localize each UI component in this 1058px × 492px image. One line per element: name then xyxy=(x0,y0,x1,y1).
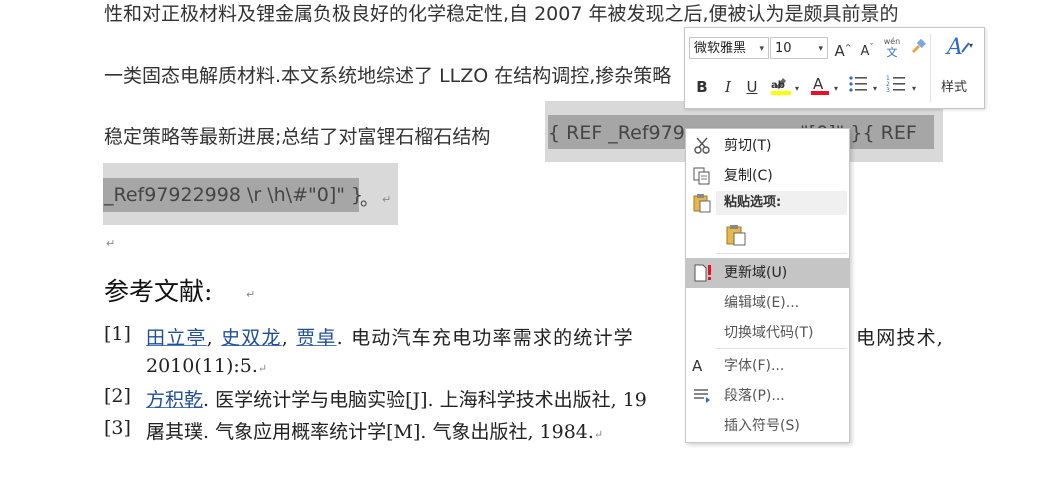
reference-number: [3] xyxy=(104,417,131,439)
menu-item-label: 剪切(T) xyxy=(724,138,772,154)
styles-label: 样式 xyxy=(941,80,968,95)
field-code-text-a[interactable]: { REF _Ref979 xyxy=(548,122,685,144)
copy-icon xyxy=(693,167,710,185)
menu-item-font[interactable]: A 字体(F)... xyxy=(686,351,849,381)
menu-item-update-field[interactable]: 更新域(U) xyxy=(686,258,849,288)
bullets-button[interactable] xyxy=(847,74,869,100)
references-heading: 参考文献: xyxy=(104,272,212,308)
clipboard-icon xyxy=(726,225,746,246)
menu-item-toggle-field-codes[interactable]: 切换域代码(T) xyxy=(686,318,849,348)
field-tail: 。 xyxy=(360,188,380,210)
menu-item-edit-field[interactable]: 编辑域(E)... xyxy=(686,288,849,318)
paste-icon xyxy=(693,194,711,213)
phonetic-guide-button[interactable]: wén 文 xyxy=(881,36,903,58)
paragraph-mark: ↵ xyxy=(106,237,116,250)
chevron-down-icon[interactable]: ▾ xyxy=(912,84,916,93)
numbering-button[interactable]: 1 2 3 xyxy=(885,74,907,100)
svg-text:▾: ▾ xyxy=(969,41,973,50)
format-painter-icon xyxy=(912,38,926,53)
menu-item-insert-symbol[interactable]: 插入符号(S) xyxy=(686,411,849,441)
highlight-button[interactable]: ab xyxy=(769,74,793,102)
reference-item: [2] 方积乾. 医学统计学与电脑实验[J]. 上海科学技术出版社, 19 xyxy=(104,385,704,413)
reference-text-tail: 电网技术, xyxy=(856,327,945,349)
author-link[interactable]: 贾卓 xyxy=(296,327,336,349)
font-color-icon: A xyxy=(811,75,829,95)
paragraph-mark: ↵ xyxy=(382,193,392,206)
shrink-font-button[interactable]: Aˇ xyxy=(857,37,877,63)
menu-separator xyxy=(716,253,847,254)
italic-button[interactable]: I xyxy=(719,76,737,98)
font-color-button[interactable]: A xyxy=(809,74,831,102)
paste-keep-source-button[interactable] xyxy=(724,223,750,249)
font-size-combo[interactable]: 10 ▾ xyxy=(770,37,828,59)
menu-item-label: 切换域代码(T) xyxy=(724,325,814,341)
scissors-icon xyxy=(694,137,710,154)
menu-item-label: 插入符号(S) xyxy=(724,418,800,434)
chevron-down-icon: ▾ xyxy=(759,44,764,54)
reference-line-2: 2010(11):5.↵ xyxy=(146,355,268,377)
grow-font-icon: A^ xyxy=(834,42,852,60)
chevron-down-icon: ▾ xyxy=(818,44,823,54)
reference-number: [2] xyxy=(104,385,131,407)
menu-item-label: 编辑域(E)... xyxy=(724,295,800,311)
paragraph-icon xyxy=(694,389,710,403)
menu-item-copy[interactable]: 复制(C) xyxy=(686,161,849,191)
menu-item-label: 字体(F)... xyxy=(724,358,785,374)
reference-text: 屠其璞. 气象应用概率统计学[M]. 气象出版社, 1984.↵ xyxy=(146,421,604,443)
highlighter-icon: ab xyxy=(771,78,791,95)
numbered-list-icon: 1 2 3 xyxy=(886,75,905,94)
bold-button[interactable]: B xyxy=(693,76,711,98)
paragraph-mark: ↵ xyxy=(246,288,256,301)
paste-options-header: 粘贴选项: xyxy=(716,191,847,215)
reference-number: [1] xyxy=(104,323,131,345)
menu-item-label: 复制(C) xyxy=(724,168,773,184)
chevron-down-icon[interactable]: ▾ xyxy=(834,84,838,93)
reference-item: [3] 屠其璞. 气象应用概率统计学[M]. 气象出版社, 1984.↵ xyxy=(104,417,704,445)
underline-button[interactable]: U xyxy=(743,76,761,98)
author-link[interactable]: 方积乾 xyxy=(146,389,203,411)
reference-text: 方积乾. 医学统计学与电脑实验[J]. 上海科学技术出版社, 19 xyxy=(146,389,647,411)
grow-font-button[interactable]: A^ xyxy=(833,37,853,62)
chevron-down-icon[interactable]: ▾ xyxy=(873,84,877,93)
chevron-down-icon[interactable]: ▾ xyxy=(795,84,799,93)
menu-item-label: 更新域(U) xyxy=(724,265,788,281)
bullet-list-icon xyxy=(849,76,867,92)
document-line-2: 一类固态电解质材料.本文系统地综述了 LLZO 在结构调控,掺杂策略 xyxy=(104,65,672,87)
menu-item-label: 段落(P)... xyxy=(724,388,785,404)
reference-text: 田立亭, 史双龙, 贾卓. 电动汽车充电功率需求的统计学 xyxy=(146,327,634,349)
author-link[interactable]: 田立亭 xyxy=(146,327,207,349)
svg-text:A: A xyxy=(813,75,824,93)
update-field-icon xyxy=(694,264,711,282)
toolbar-divider xyxy=(930,34,931,102)
document-line-1: 性和对正极材料及锂金属负极良好的化学稳定性,自 2007 年被发现之后,便被认为… xyxy=(104,3,899,25)
menu-item-paragraph[interactable]: 段落(P)... xyxy=(686,381,849,411)
svg-text:3: 3 xyxy=(886,87,890,94)
styles-icon: A ▾ xyxy=(945,35,973,60)
font-name-combo[interactable]: 微软雅黑 ▾ xyxy=(689,37,769,59)
context-menu: 剪切(T) 复制(C) 粘贴选项: 更新域(U) 编辑域(E)... 切换域代码… xyxy=(685,128,850,443)
field-code-text-2[interactable]: _Ref97922998 \r \h\#"0]" } xyxy=(104,184,363,206)
menu-item-cut[interactable]: 剪切(T) xyxy=(686,131,849,161)
font-icon: A xyxy=(692,357,703,375)
format-painter-button[interactable] xyxy=(907,37,929,61)
shrink-font-icon: Aˇ xyxy=(860,43,874,60)
heading-text: 参考文献: xyxy=(104,277,213,306)
svg-text:ab: ab xyxy=(771,80,785,91)
document-line-3: 稳定策略等最新进展;总结了对富锂石榴石结构 xyxy=(104,126,491,148)
author-link[interactable]: 史双龙 xyxy=(221,327,282,349)
mini-toolbar: 微软雅黑 ▾ 10 ▾ A^ Aˇ wén 文 A ▾ 样式 B I U ab ▾ … xyxy=(684,27,985,109)
svg-text:A: A xyxy=(945,35,963,60)
menu-separator xyxy=(716,348,847,349)
